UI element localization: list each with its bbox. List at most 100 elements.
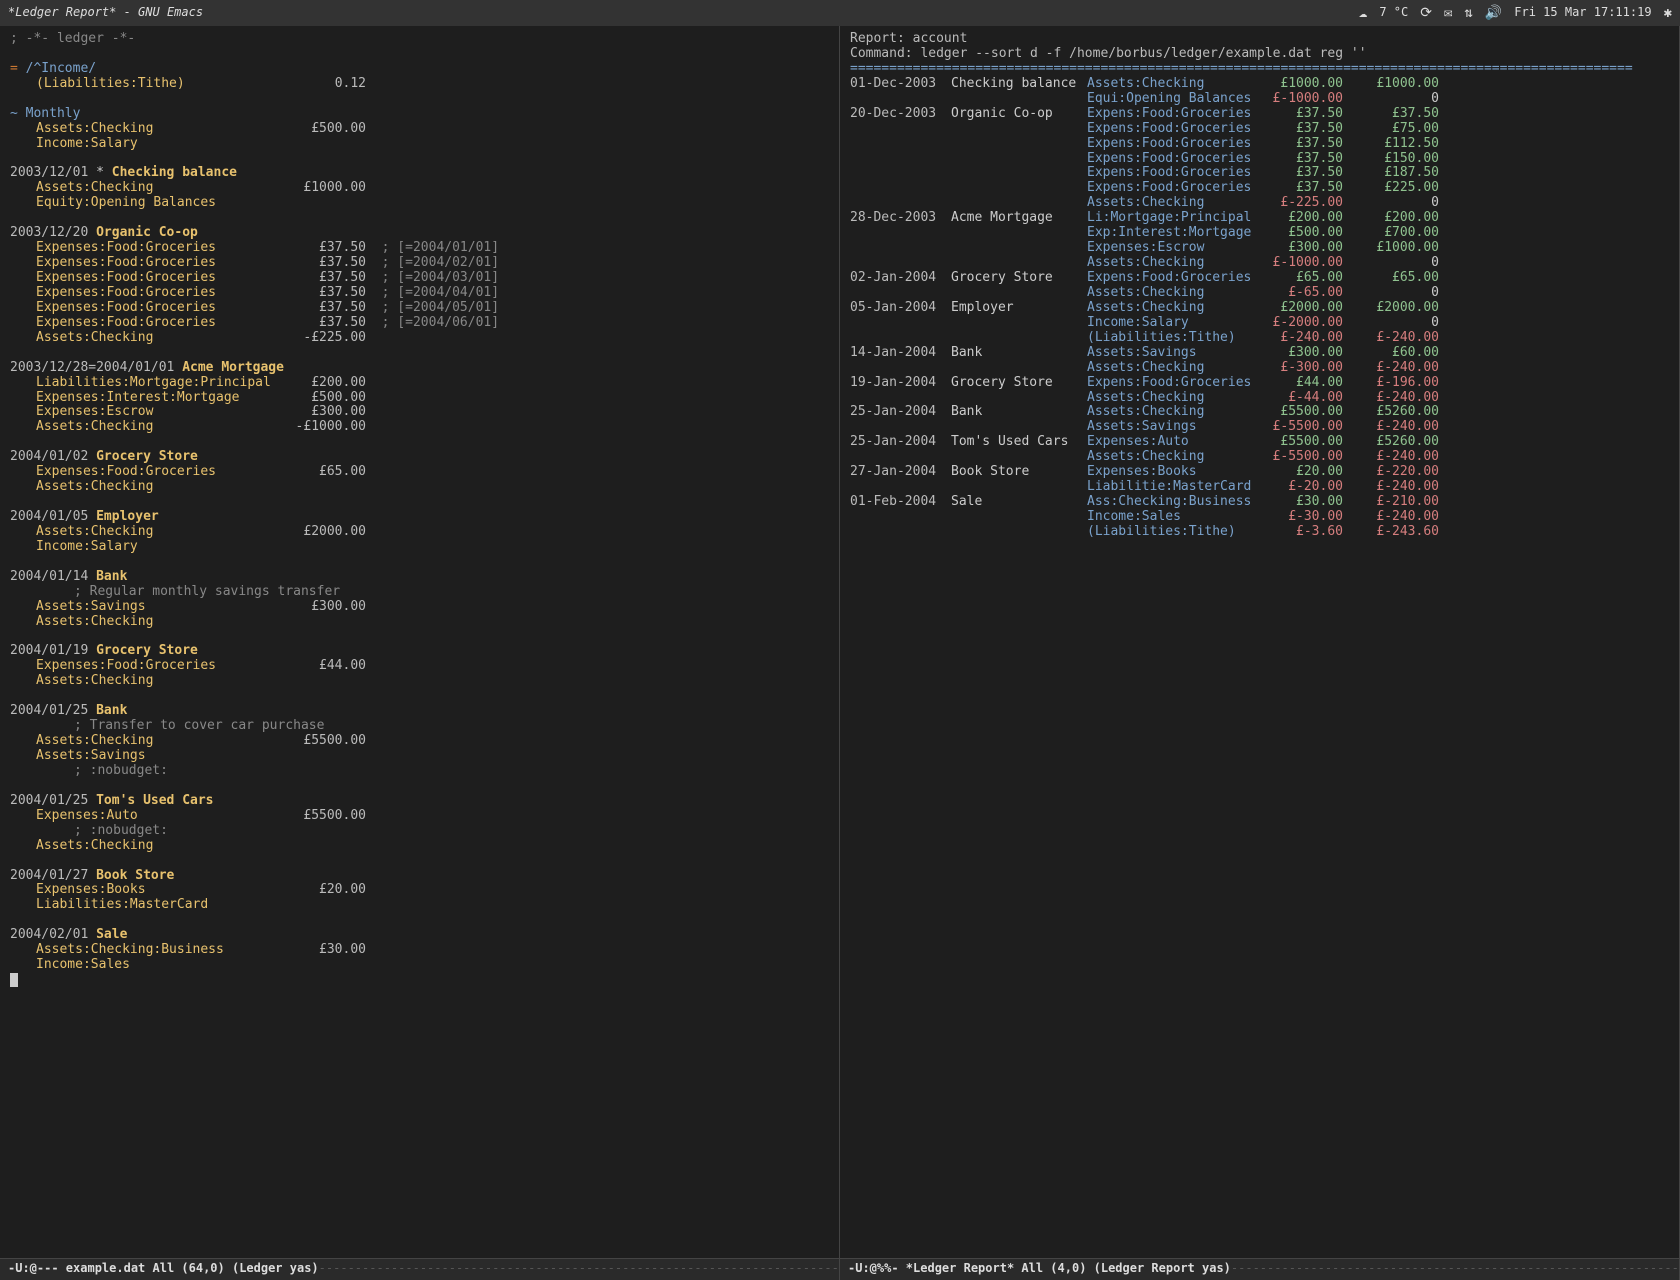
reg-balance: £5260.00 bbox=[1349, 435, 1439, 450]
reg-amount: £2000.00 bbox=[1253, 301, 1343, 316]
reg-amount: £37.50 bbox=[1253, 152, 1343, 167]
posting-line: Expenses:Books£20.00 bbox=[10, 883, 829, 898]
reg-payee bbox=[951, 331, 1081, 346]
reg-date bbox=[850, 510, 945, 525]
transaction-header: 2004/01/02 Grocery Store bbox=[10, 450, 829, 465]
menu-icon[interactable]: ✱ bbox=[1664, 5, 1672, 21]
reg-account: Expenses:Auto bbox=[1087, 435, 1247, 450]
reg-account: Ass:Checking:Business bbox=[1087, 495, 1247, 510]
reg-amount: £37.50 bbox=[1253, 122, 1343, 137]
network-icon[interactable]: ⇅ bbox=[1464, 5, 1472, 21]
reg-balance: 0 bbox=[1349, 286, 1439, 301]
clock-text: Fri 15 Mar 17:11:19 bbox=[1514, 6, 1651, 20]
posting-line: Income:Salary bbox=[10, 540, 829, 555]
reg-payee bbox=[951, 152, 1081, 167]
reg-payee: Employer bbox=[951, 301, 1081, 316]
transaction-header: 2003/12/20 Organic Co-op bbox=[10, 226, 829, 241]
reg-account: Expens:Food:Groceries bbox=[1087, 152, 1247, 167]
mail-icon[interactable]: ✉ bbox=[1444, 5, 1452, 21]
reg-date bbox=[850, 92, 945, 107]
reg-date bbox=[850, 391, 945, 406]
window-title: *Ledger Report* - GNU Emacs bbox=[8, 6, 203, 20]
reg-payee bbox=[951, 361, 1081, 376]
reg-account: Liabilitie:MasterCard bbox=[1087, 480, 1247, 495]
posting-line: Liabilities:MasterCard bbox=[10, 898, 829, 913]
reg-balance: £200.00 bbox=[1349, 211, 1439, 226]
workspace: ; -*- ledger -*- = /^Income/ (Liabilities… bbox=[0, 26, 1680, 1280]
reg-account: Expenses:Escrow bbox=[1087, 241, 1247, 256]
posting-line: Assets:Checking bbox=[10, 674, 829, 689]
ledger-report-buffer[interactable]: Report: accountCommand: ledger --sort d … bbox=[840, 26, 1679, 1258]
reg-account: Assets:Checking bbox=[1087, 196, 1247, 211]
reg-account: Assets:Savings bbox=[1087, 420, 1247, 435]
reg-account: Expens:Food:Groceries bbox=[1087, 166, 1247, 181]
reg-amount: £-3.60 bbox=[1253, 525, 1343, 540]
comment-line: ; :nobudget: bbox=[10, 764, 829, 779]
reg-date: 14-Jan-2004 bbox=[850, 346, 945, 361]
register-row: Income:Salary£-2000.000 bbox=[850, 316, 1669, 331]
reg-account: Assets:Savings bbox=[1087, 346, 1247, 361]
reg-amount: £300.00 bbox=[1253, 346, 1343, 361]
register-row: Assets:Checking£-44.00£-240.00 bbox=[850, 391, 1669, 406]
transaction-header: 2004/02/01 Sale bbox=[10, 928, 829, 943]
periodic-xact: ~ Monthly bbox=[10, 107, 829, 122]
right-modeline: -U:@%%- *Ledger Report* All (4,0) (Ledge… bbox=[840, 1258, 1679, 1280]
posting-line: Liabilities:Mortgage:Principal£200.00 bbox=[10, 376, 829, 391]
comment-line: ; :nobudget: bbox=[10, 824, 829, 839]
reg-amount: £-2000.00 bbox=[1253, 316, 1343, 331]
reg-account: Income:Salary bbox=[1087, 316, 1247, 331]
reg-amount: £-44.00 bbox=[1253, 391, 1343, 406]
ledger-source-buffer[interactable]: ; -*- ledger -*- = /^Income/(Liabilities… bbox=[0, 26, 839, 1258]
reg-amount: £-5500.00 bbox=[1253, 450, 1343, 465]
reg-amount: £-20.00 bbox=[1253, 480, 1343, 495]
posting-line: Assets:Checking£1000.00 bbox=[10, 181, 829, 196]
reg-balance: £187.50 bbox=[1349, 166, 1439, 181]
reg-payee bbox=[951, 181, 1081, 196]
reg-balance: £700.00 bbox=[1349, 226, 1439, 241]
left-pane: ; -*- ledger -*- = /^Income/(Liabilities… bbox=[0, 26, 840, 1280]
register-row: Expens:Food:Groceries£37.50£150.00 bbox=[850, 152, 1669, 167]
reg-date: 02-Jan-2004 bbox=[850, 271, 945, 286]
reg-amount: £-30.00 bbox=[1253, 510, 1343, 525]
reg-date bbox=[850, 361, 945, 376]
posting-line: Assets:Checking£500.00 bbox=[10, 122, 829, 137]
register-row: 20-Dec-2003Organic Co-opExpens:Food:Groc… bbox=[850, 107, 1669, 122]
comment-line: ; -*- ledger -*- bbox=[10, 32, 829, 47]
reg-date: 25-Jan-2004 bbox=[850, 435, 945, 450]
posting-line: Expenses:Food:Groceries£37.50 ; [=2004/0… bbox=[10, 271, 829, 286]
report-header: Report: account bbox=[850, 32, 1669, 47]
reg-balance: 0 bbox=[1349, 256, 1439, 271]
register-row: 02-Jan-2004Grocery StoreExpens:Food:Groc… bbox=[850, 271, 1669, 286]
reg-date bbox=[850, 286, 945, 301]
reg-account: Income:Sales bbox=[1087, 510, 1247, 525]
reg-date bbox=[850, 331, 945, 346]
weather-text: 7 °C bbox=[1379, 6, 1408, 20]
posting-line: Expenses:Food:Groceries£37.50 ; [=2004/0… bbox=[10, 256, 829, 271]
reg-date bbox=[850, 181, 945, 196]
posting-line: Expenses:Food:Groceries£37.50 ; [=2004/0… bbox=[10, 286, 829, 301]
reg-date bbox=[850, 166, 945, 181]
reg-account: (Liabilities:Tithe) bbox=[1087, 525, 1247, 540]
reg-date: 05-Jan-2004 bbox=[850, 301, 945, 316]
posting-line: Expenses:Food:Groceries£37.50 ; [=2004/0… bbox=[10, 301, 829, 316]
reg-account: (Liabilities:Tithe) bbox=[1087, 331, 1247, 346]
reg-date bbox=[850, 241, 945, 256]
reg-account: Expens:Food:Groceries bbox=[1087, 107, 1247, 122]
reg-balance: £-220.00 bbox=[1349, 465, 1439, 480]
automated-xact: = /^Income/ bbox=[10, 62, 829, 77]
refresh-icon[interactable]: ⟳ bbox=[1420, 5, 1432, 21]
left-modeline: -U:@--- example.dat All (64,0) (Ledger y… bbox=[0, 1258, 839, 1280]
reg-amount: £-300.00 bbox=[1253, 361, 1343, 376]
reg-amount: £-1000.00 bbox=[1253, 256, 1343, 271]
volume-icon[interactable]: 🔊 bbox=[1485, 5, 1502, 21]
posting-line: Expenses:Food:Groceries£37.50 ; [=2004/0… bbox=[10, 241, 829, 256]
reg-balance: £1000.00 bbox=[1349, 77, 1439, 92]
reg-balance: £-240.00 bbox=[1349, 391, 1439, 406]
right-pane: Report: accountCommand: ledger --sort d … bbox=[840, 26, 1680, 1280]
register-row: Equi:Opening Balances£-1000.000 bbox=[850, 92, 1669, 107]
reg-balance: £-240.00 bbox=[1349, 480, 1439, 495]
reg-amount: £37.50 bbox=[1253, 181, 1343, 196]
reg-account: Expens:Food:Groceries bbox=[1087, 181, 1247, 196]
reg-balance: £1000.00 bbox=[1349, 241, 1439, 256]
modeline-text: -U:@%%- *Ledger Report* All (4,0) (Ledge… bbox=[848, 1261, 1231, 1275]
